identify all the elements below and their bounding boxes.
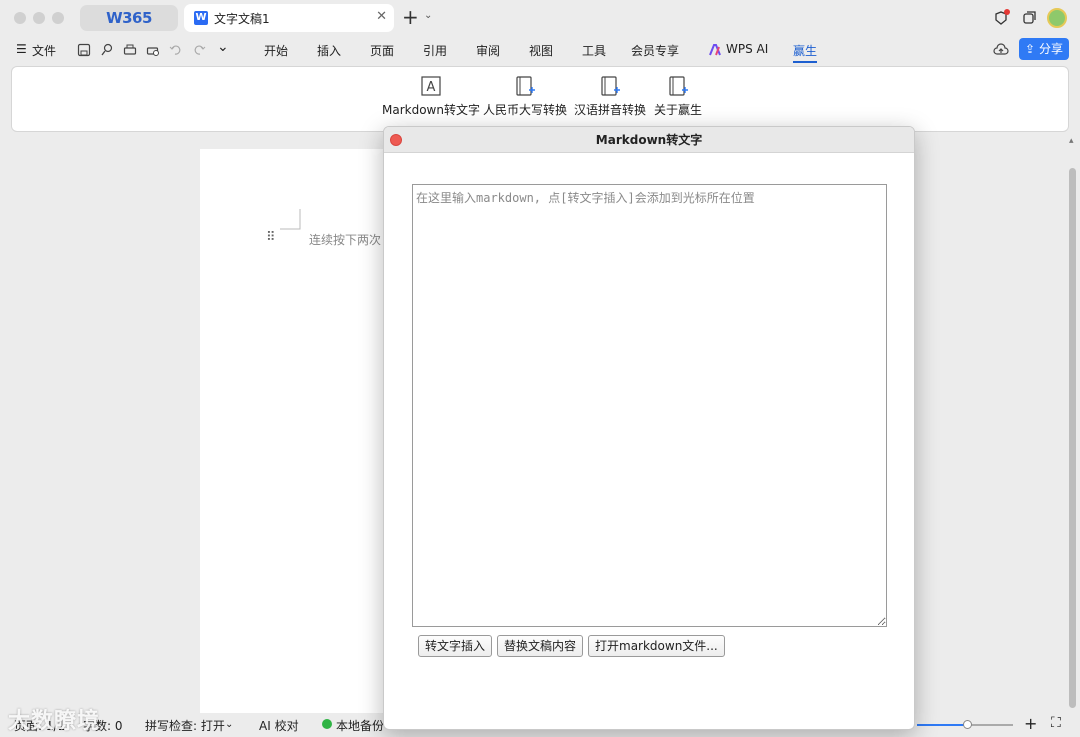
menu-item-page[interactable]: 页面 <box>370 42 394 59</box>
about-yingsheng-label: 关于赢生 <box>654 103 703 117</box>
chevron-down-icon[interactable]: ⌄ <box>424 10 432 21</box>
menu-item-review[interactable]: 审阅 <box>476 42 500 59</box>
status-backup[interactable]: 本地备份 <box>336 717 384 734</box>
word-doc-icon: W <box>194 11 208 25</box>
status-spell-check[interactable]: 拼写检查: 打开 <box>145 717 225 734</box>
dialog-title-bar: Markdown转文字 <box>384 127 914 153</box>
share-button[interactable]: ⇪ 分享 <box>1019 38 1069 60</box>
skin-icon[interactable] <box>992 9 1010 27</box>
title-bar: W365 W 文字文稿1 ✕ + ⌄ <box>0 0 1080 36</box>
redo-icon[interactable] <box>192 43 206 57</box>
close-tab-icon[interactable]: ✕ <box>376 9 387 24</box>
ribbon: A Markdown转文字 人民币大写转换 汉语拼音转换 关于赢生 <box>11 66 1069 132</box>
rmb-uppercase-label: 人民币大写转换 <box>483 103 568 117</box>
menu-item-reference[interactable]: 引用 <box>423 42 447 59</box>
cloud-upload-icon[interactable] <box>993 42 1009 58</box>
pinyin-label: 汉语拼音转换 <box>574 103 647 117</box>
quick-access-chevron-icon[interactable]: ⌄ <box>217 39 229 55</box>
share-label: 分享 <box>1038 42 1063 56</box>
menu-item-yingsheng[interactable]: 赢生 <box>793 42 818 63</box>
rmb-uppercase-button[interactable]: 人民币大写转换 <box>483 75 567 118</box>
doc-plus-icon <box>516 76 535 96</box>
markdown-to-text-button[interactable]: A Markdown转文字 <box>382 75 480 118</box>
window-icon[interactable] <box>1020 9 1038 27</box>
window-zoom-button[interactable] <box>52 12 64 24</box>
backup-status-icon <box>322 719 332 729</box>
new-tab-icon[interactable]: + <box>402 6 419 28</box>
menu-item-wps-ai[interactable]: WPS AI <box>726 42 768 56</box>
format-painter-icon[interactable] <box>100 43 114 57</box>
undo-icon[interactable] <box>169 43 183 57</box>
zoom-slider[interactable] <box>917 720 1013 729</box>
menu-hamburger-icon[interactable]: ☰ <box>16 42 27 56</box>
about-yingsheng-button[interactable]: 关于赢生 <box>654 75 702 118</box>
menu-item-start[interactable]: 开始 <box>264 42 288 59</box>
watermark-logo: 大数瞭境 <box>8 709 101 734</box>
print-preview-icon[interactable] <box>146 43 160 57</box>
pinyin-button[interactable]: 汉语拼音转换 <box>574 75 646 118</box>
markdown-dialog: Markdown转文字 转文字插入 替换文稿内容 打开markdown文件... <box>383 126 915 730</box>
markdown-to-text-label: Markdown转文字 <box>382 103 480 117</box>
print-icon[interactable] <box>123 43 137 57</box>
svg-text:A: A <box>427 80 436 95</box>
menu-file[interactable]: 文件 <box>32 42 56 59</box>
status-ai-check[interactable]: AI 校对 <box>259 717 299 734</box>
doc-plus-icon <box>669 76 688 96</box>
menu-item-member[interactable]: 会员专享 <box>631 42 679 59</box>
open-markdown-file-button[interactable]: 打开markdown文件... <box>588 635 725 657</box>
dialog-close-button[interactable] <box>390 134 402 146</box>
text-box-icon: A <box>421 76 441 96</box>
save-icon[interactable] <box>77 43 91 57</box>
wps-ai-icon <box>709 44 721 56</box>
zoom-in-icon[interactable]: + <box>1024 714 1037 733</box>
convert-insert-button[interactable]: 转文字插入 <box>418 635 493 657</box>
window-minimize-button[interactable] <box>33 12 45 24</box>
window-close-button[interactable] <box>14 12 26 24</box>
share-icon: ⇪ <box>1025 42 1036 56</box>
home-tab[interactable]: W365 <box>80 5 178 31</box>
scroll-up-icon[interactable]: ▴ <box>1069 136 1074 146</box>
vertical-scrollbar[interactable]: ▴ <box>1068 136 1078 710</box>
margin-corner-mark <box>280 209 301 230</box>
drag-handle-icon[interactable]: ⠿ <box>266 230 275 245</box>
doc-plus-icon <box>601 76 620 96</box>
dialog-title: Markdown转文字 <box>595 133 703 147</box>
document-tab[interactable]: W 文字文稿1 ✕ <box>184 4 394 32</box>
document-tab-title: 文字文稿1 <box>214 12 270 26</box>
spell-chevron-icon[interactable]: ⌄ <box>225 719 233 730</box>
scrollbar-thumb[interactable] <box>1069 168 1076 708</box>
menu-item-tools[interactable]: 工具 <box>582 42 606 59</box>
menu-item-insert[interactable]: 插入 <box>317 42 341 59</box>
menu-bar: ☰ 文件 ⌄ 开始 插入 页面 引用 审阅 视图 工具 会员专享 WPS AI … <box>0 36 1080 64</box>
menu-item-view[interactable]: 视图 <box>529 42 553 59</box>
zoom-slider-thumb[interactable] <box>963 720 972 729</box>
markdown-input[interactable] <box>412 184 887 627</box>
avatar[interactable] <box>1047 8 1067 28</box>
fullscreen-icon[interactable]: ⛶ <box>1051 715 1061 731</box>
document-hint-text: 连续按下两次 <box>309 233 382 247</box>
replace-content-button[interactable]: 替换文稿内容 <box>497 635 584 657</box>
